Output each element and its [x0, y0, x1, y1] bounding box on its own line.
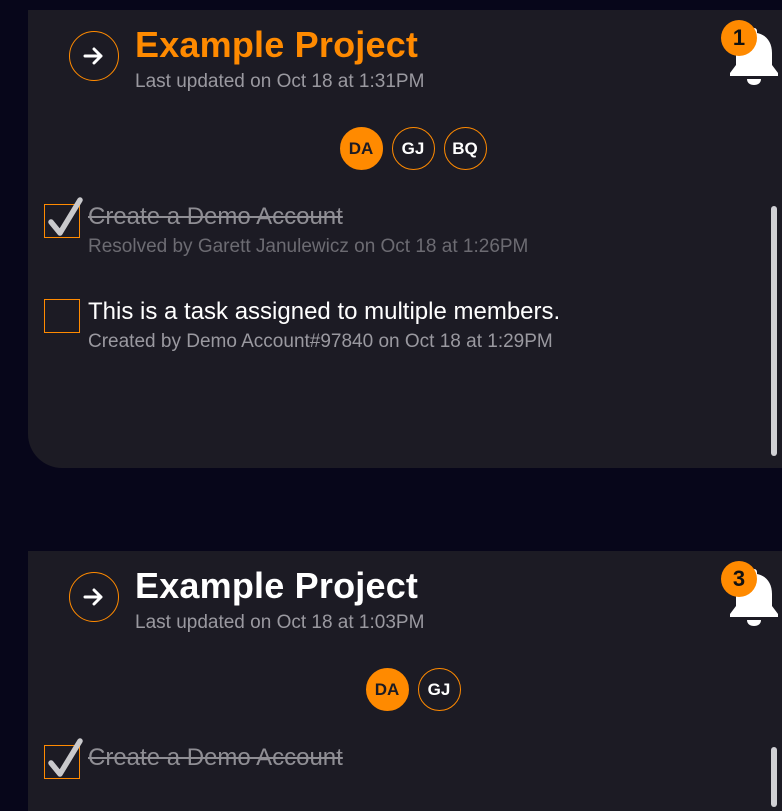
last-updated-text: Last updated on Oct 18 at 1:03PM	[135, 612, 425, 633]
task-checkbox[interactable]	[44, 738, 83, 779]
project-title: Example Project	[135, 24, 419, 65]
last-updated-text: Last updated on Oct 18 at 1:31PM	[135, 71, 425, 92]
notification-count-badge: 1	[721, 20, 757, 56]
member-list: DA GJ	[28, 668, 782, 711]
member-avatar[interactable]: DA	[339, 127, 383, 170]
project-card: Example Project Last updated on Oct 18 a…	[28, 10, 782, 468]
open-project-button[interactable]	[69, 31, 119, 81]
checkmark-icon	[48, 197, 83, 236]
arrow-right-icon	[83, 47, 103, 65]
project-card: Example Project Last updated on Oct 18 a…	[28, 551, 782, 811]
task-text: This is a task assigned to multiple memb…	[88, 298, 561, 325]
scrollbar[interactable]	[771, 747, 777, 807]
member-avatar[interactable]: GJ	[391, 127, 435, 170]
task-meta: Resolved by Garett Janulewicz on Oct 18 …	[88, 236, 529, 257]
project-title: Example Project	[135, 565, 419, 606]
member-list: DA GJ BQ	[28, 127, 782, 170]
member-avatar[interactable]: DA	[365, 668, 409, 711]
task-checkbox[interactable]	[44, 299, 80, 333]
member-avatar[interactable]: GJ	[417, 668, 461, 711]
task-checkbox[interactable]	[44, 197, 83, 238]
arrow-right-icon	[83, 588, 103, 606]
task-meta: Created by Demo Account#97840 on Oct 18 …	[88, 331, 553, 352]
checkmark-icon	[48, 738, 83, 777]
open-project-button[interactable]	[69, 572, 119, 622]
scrollbar[interactable]	[771, 206, 777, 456]
notifications-button[interactable]: 3	[721, 561, 781, 626]
task-text: Create a Demo Account	[88, 203, 343, 230]
notification-count-badge: 3	[721, 561, 757, 597]
member-avatar[interactable]: BQ	[443, 127, 487, 170]
task-text: Create a Demo Account	[88, 744, 343, 771]
notifications-button[interactable]: 1	[721, 20, 781, 85]
